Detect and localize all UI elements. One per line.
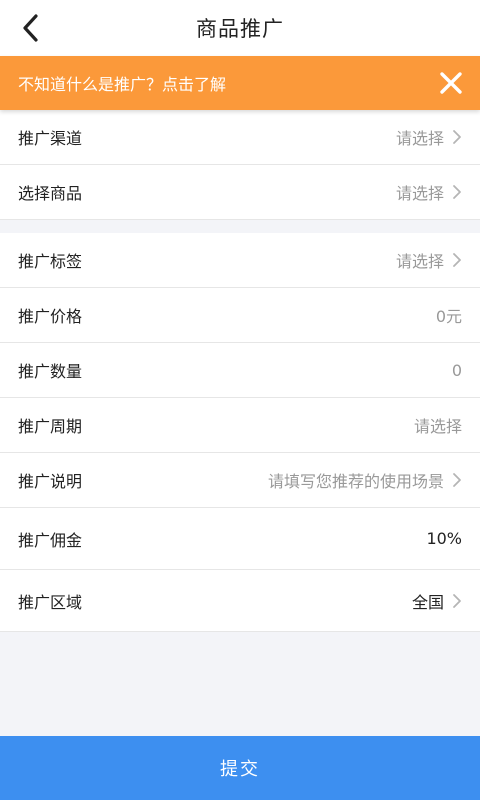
top-bar: 商品推广 (0, 0, 480, 56)
row-label: 推广渠道 (18, 129, 83, 148)
price-input[interactable]: 0元 (436, 303, 462, 327)
row-region[interactable]: 推广区域 全国 (0, 570, 480, 632)
page-title: 商品推广 (196, 17, 284, 41)
chevron-right-icon (453, 130, 461, 144)
row-quantity[interactable]: 推广数量 0 (0, 343, 480, 398)
description-input[interactable]: 请填写您推荐的使用场景 (268, 468, 444, 492)
row-label: 选择商品 (18, 184, 83, 203)
close-icon (440, 72, 462, 94)
row-label: 推广标签 (18, 252, 83, 271)
chevron-right-icon (453, 593, 461, 608)
row-commission[interactable]: 推广佣金 10% (0, 508, 480, 570)
row-value: 请选择 (413, 417, 462, 436)
row-value: 全国 (411, 592, 444, 612)
row-label: 推广说明 (18, 472, 83, 491)
row-value: 请选择 (395, 129, 444, 148)
chevron-right-icon (453, 473, 461, 487)
chevron-left-icon (23, 14, 38, 42)
row-channel[interactable]: 推广渠道 请选择 (0, 110, 480, 165)
row-description[interactable]: 推广说明 请填写您推荐的使用场景 (0, 453, 480, 508)
banner-close-button[interactable] (438, 70, 464, 96)
row-label: 推广佣金 (18, 530, 83, 550)
chevron-right-icon (453, 185, 461, 199)
row-tag[interactable]: 推广标签 请选择 (0, 233, 480, 288)
back-button[interactable] (10, 8, 50, 48)
row-period[interactable]: 推广周期 请选择 (0, 398, 480, 453)
form-group-basic: 推广渠道 请选择 选择商品 请选择 (0, 110, 480, 220)
quantity-input[interactable]: 0 (452, 361, 462, 380)
banner-text[interactable]: 不知道什么是推广？点击了解 (18, 71, 226, 95)
row-value: 请选择 (395, 184, 444, 203)
submit-button[interactable]: 提交 (0, 736, 480, 800)
row-label: 推广区域 (18, 592, 83, 612)
row-price[interactable]: 推广价格 0元 (0, 288, 480, 343)
promo-help-banner[interactable]: 不知道什么是推广？点击了解 (0, 56, 480, 110)
row-label: 推广价格 (18, 307, 83, 326)
row-product[interactable]: 选择商品 请选择 (0, 165, 480, 220)
form-group-details: 推广标签 请选择 推广价格 0元 推广数量 0 推广周期 请选择 推广说明 请填… (0, 233, 480, 632)
row-value: 请选择 (395, 252, 444, 271)
row-value: 10% (426, 529, 462, 548)
chevron-right-icon (453, 253, 461, 267)
row-label: 推广周期 (18, 417, 83, 436)
row-label: 推广数量 (18, 362, 83, 381)
